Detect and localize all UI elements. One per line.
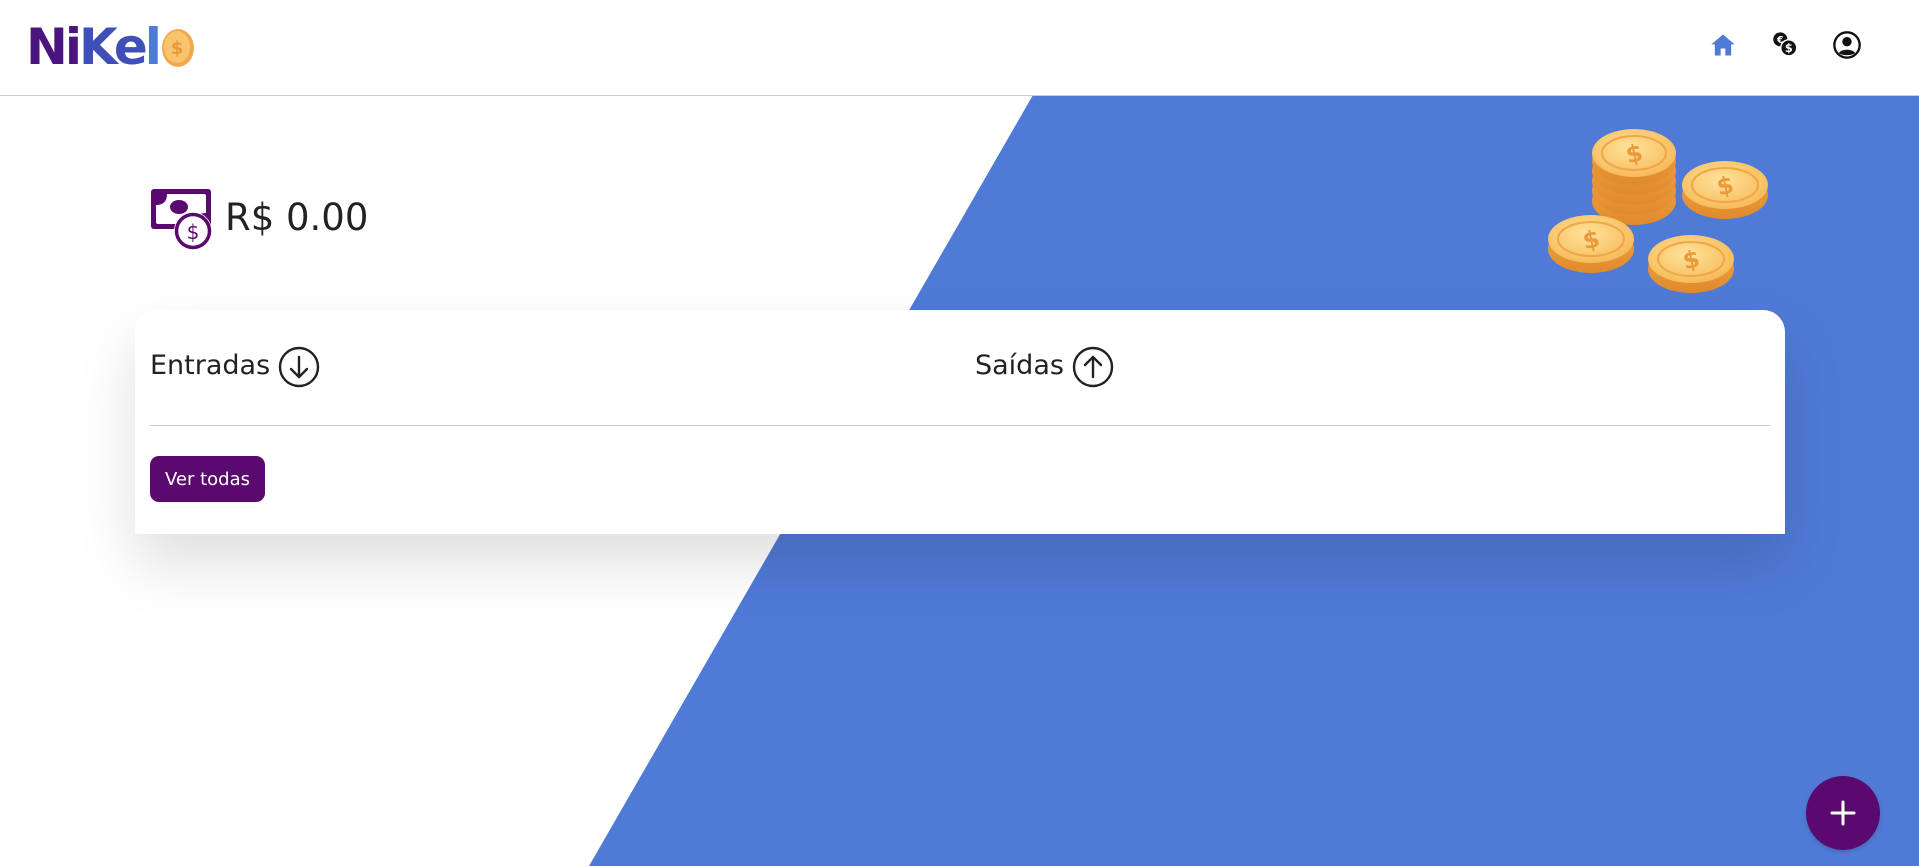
coin-left: $ <box>1548 215 1634 273</box>
page: Ni Ke l $ € $ $ R$ 0.00 $ $ $ $ Entradas… <box>0 0 1919 866</box>
arrow-down-circle-icon <box>278 346 320 388</box>
arrow-up-circle-icon <box>1072 346 1114 388</box>
cash-dollar-icon: $ <box>151 189 212 250</box>
coin-right: $ <box>1682 161 1768 219</box>
view-all-button[interactable]: Ver todas <box>150 456 265 502</box>
transactions-card: Entradas Saídas Ver todas <box>135 310 1785 534</box>
add-transaction-button[interactable] <box>1806 776 1880 850</box>
plus-icon <box>1830 800 1856 826</box>
divider <box>150 425 1770 426</box>
outgoing-header: Saídas <box>975 342 1114 388</box>
coin-bottom: $ <box>1648 235 1734 293</box>
coin-icon: $ <box>161 29 194 67</box>
svg-text:$: $ <box>171 38 184 59</box>
balance-value: R$ 0.00 <box>225 196 369 239</box>
currency-exchange-icon[interactable]: € $ <box>1770 30 1800 60</box>
navbar: Ni Ke l $ € $ <box>0 0 1919 96</box>
outgoing-label: Saídas <box>975 349 1064 381</box>
incoming-label: Entradas <box>150 349 271 381</box>
logo-part-1: Ni <box>26 18 82 76</box>
incoming-header: Entradas <box>150 342 320 388</box>
logo-part-3: l <box>144 18 162 76</box>
coin-stack: $ <box>1592 129 1676 225</box>
balance: $ R$ 0.00 <box>149 185 368 251</box>
logo-text: Ni Ke l <box>26 18 162 76</box>
svg-text:$: $ <box>187 220 200 244</box>
account-circle-icon[interactable] <box>1832 30 1862 60</box>
svg-text:$: $ <box>1785 42 1793 55</box>
coins-illustration: $ $ $ $ <box>1548 129 1768 293</box>
nav-icons: € $ <box>1708 30 1862 60</box>
logo[interactable]: Ni Ke l $ <box>26 20 196 74</box>
home-icon[interactable] <box>1708 30 1738 60</box>
logo-part-2: Ke <box>78 18 148 76</box>
